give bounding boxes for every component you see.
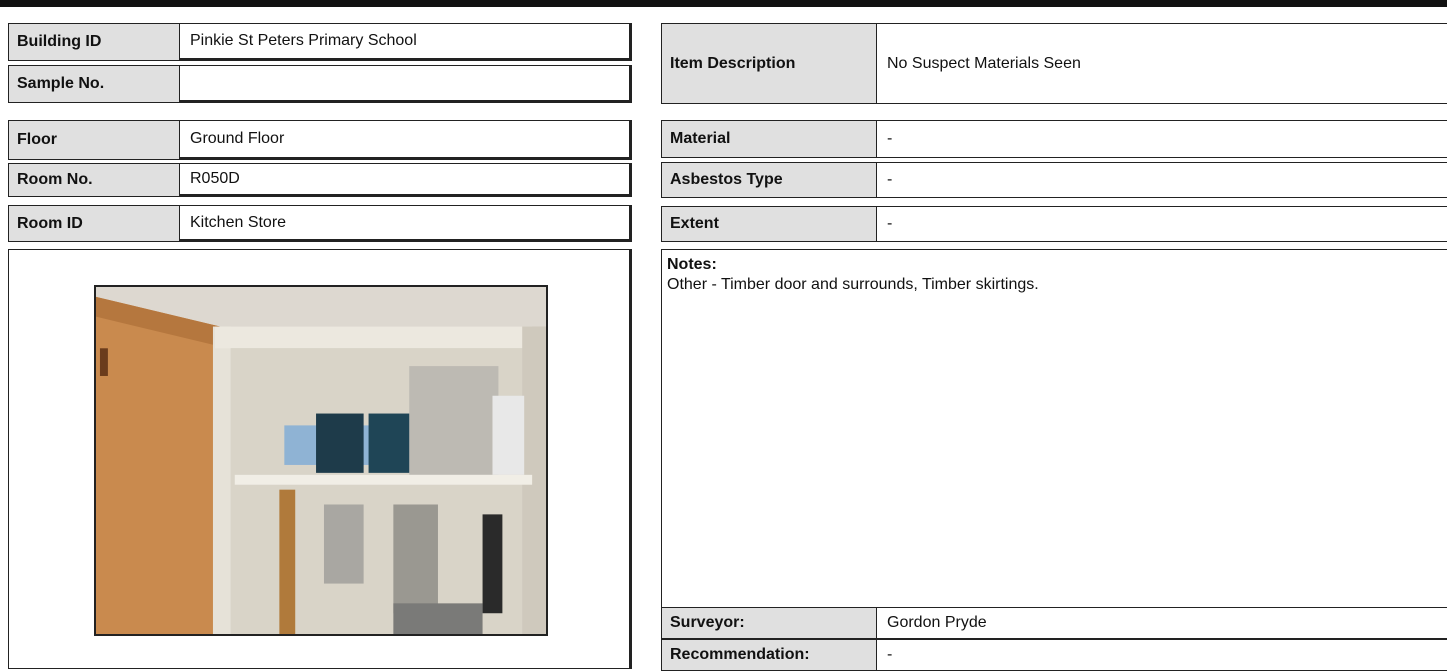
floor-value: Ground Floor [179, 120, 632, 160]
material-label: Material [661, 120, 877, 158]
building-id-label: Building ID [8, 23, 180, 61]
notes-panel: Notes: Other - Timber door and surrounds… [661, 249, 1447, 609]
notes-text: Other - Timber door and surrounds, Timbe… [667, 276, 1039, 293]
material-value: - [876, 120, 1447, 158]
room-id-label: Room ID [8, 205, 180, 242]
sample-no-label: Sample No. [8, 65, 180, 103]
recommendation-value: - [876, 639, 1447, 671]
room-photo [94, 285, 548, 636]
building-id-value: Pinkie St Peters Primary School [179, 23, 632, 61]
room-id-value: Kitchen Store [179, 205, 632, 242]
notes-title: Notes: [667, 256, 717, 273]
surveyor-value: Gordon Pryde [876, 607, 1447, 639]
extent-value: - [876, 206, 1447, 242]
asbestos-type-value: - [876, 162, 1447, 198]
surveyor-label: Surveyor: [661, 607, 877, 639]
top-rule [0, 0, 1447, 7]
room-no-value: R050D [179, 163, 632, 197]
extent-label: Extent [661, 206, 877, 242]
recommendation-label: Recommendation: [661, 639, 877, 671]
sample-no-value [179, 65, 632, 103]
room-no-label: Room No. [8, 163, 180, 197]
item-description-label: Item Description [661, 23, 877, 104]
asbestos-type-label: Asbestos Type [661, 162, 877, 198]
floor-label: Floor [8, 120, 180, 160]
room-photo-image [96, 287, 546, 634]
item-description-value: No Suspect Materials Seen [876, 23, 1447, 104]
